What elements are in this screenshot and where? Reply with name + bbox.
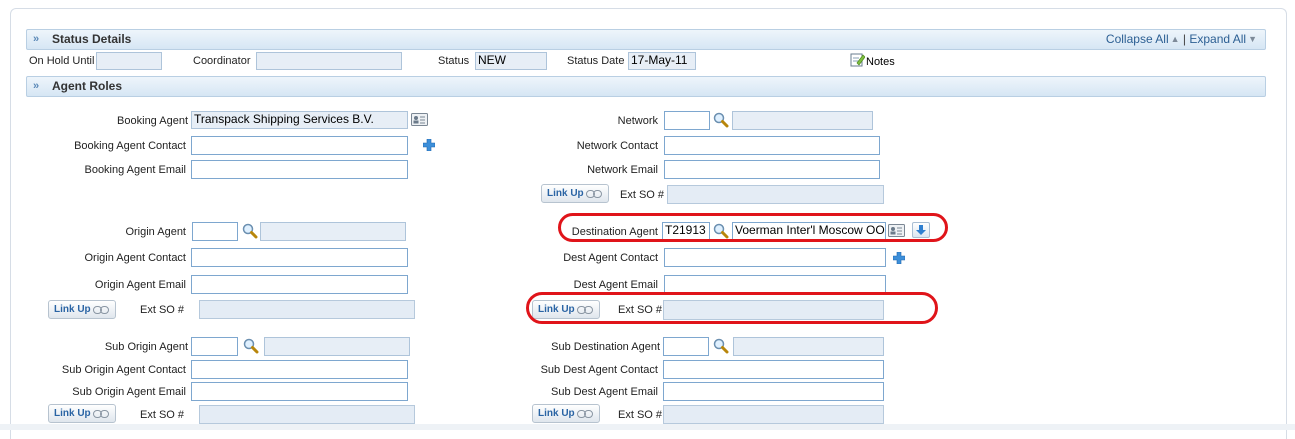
sub-dest-agent-contact-field[interactable] (663, 360, 884, 379)
origin-agent-contact-label: Origin Agent Contact (84, 252, 186, 264)
collapse-expand-links: Collapse All ▲ | Expand All ▼ (1106, 32, 1257, 46)
sub-origin-agent-contact-label: Sub Origin Agent Contact (61, 364, 186, 376)
sub-dest-agent-email-label: Sub Dest Agent Email (550, 386, 658, 398)
on-hold-until-field[interactable] (96, 52, 162, 70)
origin-link-up-button[interactable]: Link Up (48, 300, 116, 319)
dest-agent-email-label: Dest Agent Email (573, 279, 658, 291)
origin-agent-contact-field[interactable] (191, 248, 408, 267)
double-chevron-right-icon: » (33, 33, 40, 45)
network-email-field[interactable] (664, 160, 880, 179)
coordinator-label: Coordinator (193, 55, 251, 67)
sub-destination-ext-so-label: Ext SO # (618, 409, 663, 421)
sub-dest-agent-email-field[interactable] (663, 382, 884, 401)
status-details-header[interactable]: » Status Details Collapse All ▲ | Expand … (26, 29, 1266, 50)
origin-agent-email-label: Origin Agent Email (94, 279, 186, 291)
sub-destination-ext-so-field[interactable] (663, 405, 884, 424)
status-date-label: Status Date (567, 55, 625, 67)
dest-agent-contact-label: Dest Agent Contact (563, 252, 658, 264)
link-up-label: Link Up (538, 408, 575, 419)
sub-dest-agent-contact-label: Sub Dest Agent Contact (540, 364, 658, 376)
status-field[interactable]: NEW (475, 52, 547, 70)
link-up-label: Link Up (547, 188, 584, 199)
chain-link-icon (586, 190, 602, 198)
chain-link-icon (93, 410, 109, 418)
sub-origin-agent-email-label: Sub Origin Agent Email (72, 386, 186, 398)
sub-destination-agent-name-field[interactable] (733, 337, 884, 356)
status-label: Status (438, 55, 470, 67)
origin-agent-email-field[interactable] (191, 275, 408, 294)
origin-ext-so-label: Ext SO # (140, 304, 185, 316)
booking-agent-contact-field[interactable] (191, 136, 408, 155)
plus-icon[interactable] (893, 252, 905, 264)
address-card-icon[interactable] (411, 112, 428, 127)
double-chevron-down-icon: ▼ (1248, 34, 1257, 44)
chain-link-icon (93, 306, 109, 314)
sub-origin-agent-name-field[interactable] (264, 337, 410, 356)
sub-destination-agent-code-field[interactable] (663, 337, 709, 356)
sub-destination-agent-label: Sub Destination Agent (551, 341, 660, 353)
origin-agent-code-field[interactable] (192, 222, 238, 241)
magnifier-icon[interactable] (242, 223, 258, 239)
network-code-field[interactable] (664, 111, 710, 130)
network-email-label: Network Email (587, 164, 658, 176)
booking-agent-label: Booking Agent (117, 115, 188, 127)
sub-origin-link-up-button[interactable]: Link Up (48, 404, 116, 423)
sub-destination-link-up-button[interactable]: Link Up (532, 404, 600, 423)
double-chevron-right-icon: » (33, 80, 40, 92)
network-contact-label: Network Contact (576, 140, 658, 152)
notes-label: Notes (866, 56, 895, 68)
bottom-strip (0, 424, 1295, 430)
links-separator: | (1182, 32, 1187, 46)
double-chevron-up-icon: ▲ (1170, 34, 1180, 44)
dest-agent-contact-field[interactable] (664, 248, 886, 267)
sub-origin-agent-code-field[interactable] (191, 337, 238, 356)
expand-all-label: Expand All (1189, 32, 1247, 46)
agent-roles-title: Agent Roles (52, 79, 123, 93)
sub-origin-ext-so-label: Ext SO # (140, 409, 185, 421)
booking-agent-email-label: Booking Agent Email (84, 164, 186, 176)
origin-agent-label: Origin Agent (125, 226, 186, 238)
destination-ext-so-highlight (526, 292, 938, 324)
magnifier-icon[interactable] (713, 338, 729, 354)
on-hold-label: On Hold Until (29, 55, 95, 67)
network-link-up-button[interactable]: Link Up (541, 184, 609, 203)
network-name-field[interactable] (732, 111, 873, 130)
plus-icon[interactable] (423, 139, 435, 151)
sub-origin-ext-so-field[interactable] (199, 405, 415, 424)
chain-link-icon (577, 410, 593, 418)
sub-origin-agent-label: Sub Origin Agent (104, 341, 188, 353)
link-up-label: Link Up (54, 304, 91, 315)
booking-agent-email-field[interactable] (191, 160, 408, 179)
sub-origin-agent-contact-field[interactable] (191, 360, 408, 379)
network-ext-so-field[interactable] (667, 185, 884, 204)
network-ext-so-label: Ext SO # (620, 189, 665, 201)
destination-agent-highlight (558, 213, 948, 242)
notes-pencil-icon (850, 53, 865, 67)
booking-agent-contact-label: Booking Agent Contact (74, 140, 186, 152)
expand-all-link[interactable]: Expand All ▼ (1189, 32, 1257, 46)
magnifier-icon[interactable] (243, 338, 259, 354)
link-up-label: Link Up (54, 408, 91, 419)
sub-origin-agent-email-field[interactable] (191, 382, 408, 401)
network-label: Network (617, 115, 658, 127)
status-details-title: Status Details (52, 32, 132, 46)
collapse-all-link[interactable]: Collapse All ▲ (1106, 32, 1180, 46)
coordinator-field[interactable] (256, 52, 402, 70)
origin-ext-so-field[interactable] (199, 300, 415, 319)
status-date-field[interactable]: 17-May-11 (628, 52, 696, 70)
collapse-all-label: Collapse All (1105, 32, 1169, 46)
origin-agent-name-field[interactable] (260, 222, 406, 241)
network-contact-field[interactable] (664, 136, 880, 155)
magnifier-icon[interactable] (713, 112, 729, 128)
agent-roles-header[interactable]: » Agent Roles (26, 76, 1266, 97)
booking-agent-field[interactable]: Transpack Shipping Services B.V. (191, 111, 408, 129)
